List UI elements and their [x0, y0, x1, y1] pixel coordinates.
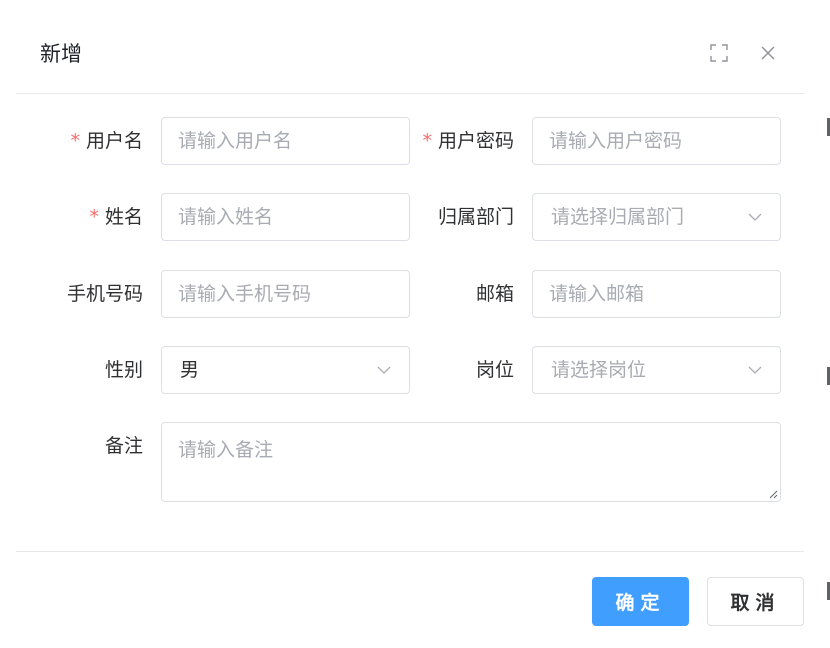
nickname-input[interactable]: [162, 194, 409, 240]
phone-field: [161, 270, 410, 318]
department-select[interactable]: 请选择归属部门: [532, 193, 781, 241]
post-label: 岗位: [475, 359, 514, 381]
gender-value: 男: [180, 359, 200, 381]
post-placeholder: 请选择岗位: [551, 359, 647, 381]
phone-label: 手机号码: [66, 283, 143, 305]
password-input[interactable]: [533, 118, 780, 164]
dialog-header: 新增: [0, 0, 830, 93]
fullscreen-button[interactable]: [706, 40, 732, 66]
fullscreen-icon: [710, 44, 728, 62]
backdrop-edge: [816, 0, 830, 648]
email-input[interactable]: [533, 271, 780, 317]
nickname-label-text: 姓名: [104, 206, 143, 228]
gender-label: 性别: [104, 359, 143, 381]
email-label: 邮箱: [475, 283, 514, 305]
chevron-down-icon: [748, 213, 762, 221]
required-mark: *: [422, 130, 432, 152]
nickname-field: [161, 193, 410, 241]
gender-select[interactable]: 男: [161, 346, 410, 394]
remark-field: [161, 422, 781, 502]
password-field: [532, 117, 781, 165]
username-input[interactable]: [162, 118, 409, 164]
username-label-text: 用户名: [85, 130, 143, 152]
password-label-text: 用户密码: [437, 130, 514, 152]
department-label: 归属部门: [437, 206, 514, 228]
post-select[interactable]: 请选择岗位: [532, 346, 781, 394]
email-field: [532, 270, 781, 318]
dialog-title: 新增: [40, 42, 82, 66]
remark-textarea[interactable]: [162, 423, 780, 501]
chevron-down-icon: [748, 366, 762, 374]
resize-grip-icon[interactable]: [768, 489, 778, 499]
department-placeholder: 请选择归属部门: [551, 206, 685, 228]
username-label: * 用户名: [40, 117, 143, 165]
phone-input[interactable]: [162, 271, 409, 317]
footer-divider: [16, 551, 804, 552]
cancel-button[interactable]: 取消: [707, 577, 804, 626]
remark-label: 备注: [104, 435, 143, 457]
add-user-dialog: 新增 *用户名 *用户密码 *姓名 归属部门 请选择归属部门 手: [0, 0, 830, 648]
required-mark: *: [89, 206, 99, 228]
username-field: [161, 117, 410, 165]
confirm-button[interactable]: 确定: [592, 577, 689, 626]
nickname-label: * 姓名: [40, 193, 143, 241]
password-label: * 用户密码: [400, 117, 514, 165]
close-button[interactable]: [755, 40, 781, 66]
close-icon: [761, 46, 775, 60]
header-divider: [16, 93, 804, 94]
required-mark: *: [70, 130, 80, 152]
chevron-down-icon: [377, 366, 391, 374]
